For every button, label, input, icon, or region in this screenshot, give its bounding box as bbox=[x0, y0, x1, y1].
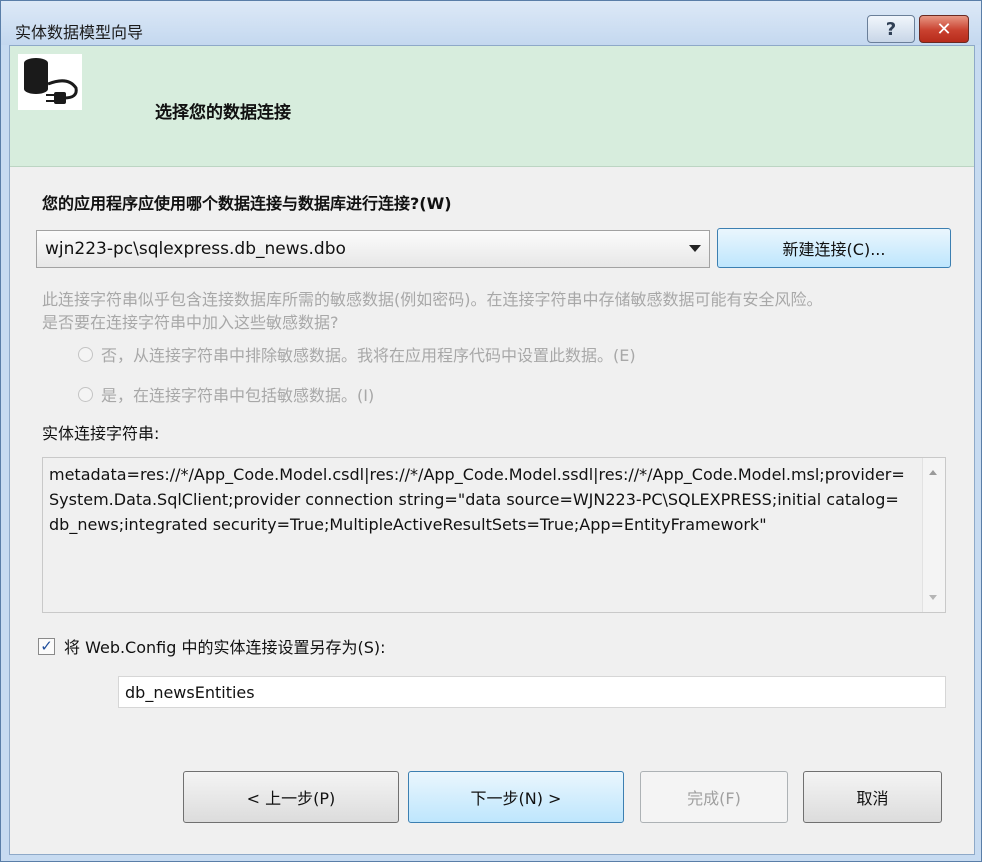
entity-connection-string: metadata=res://*/App_Code.Model.csdl|res… bbox=[49, 465, 905, 534]
entity-connection-label: 实体连接字符串: bbox=[42, 424, 160, 443]
chevron-down-icon[interactable] bbox=[689, 245, 701, 252]
title-bar: 实体数据模型向导 ? ✕ bbox=[1, 1, 981, 45]
radio-include-label: 是，在连接字符串中包括敏感数据。(I) bbox=[101, 386, 375, 405]
connection-dropdown-value: wjn223-pc\sqlexpress.db_news.dbo bbox=[45, 239, 346, 259]
new-connection-button[interactable]: 新建连接(C)... bbox=[717, 228, 951, 268]
scroll-down-icon[interactable] bbox=[929, 595, 937, 600]
save-checkbox[interactable]: ✓ bbox=[38, 637, 55, 655]
save-checkbox-label: 将 Web.Config 中的实体连接设置另存为(S): bbox=[64, 638, 386, 657]
close-button[interactable]: ✕ bbox=[919, 15, 969, 43]
entity-name-input[interactable]: db_newsEntities bbox=[118, 676, 946, 708]
sensitive-data-warning: 此连接字符串似乎包含连接数据库所需的敏感数据(例如密码)。在连接字符串中存储敏感… bbox=[42, 290, 823, 309]
radio-exclude-label: 否，从连接字符串中排除敏感数据。我将在应用程序代码中设置此数据。(E) bbox=[101, 346, 636, 365]
connection-dropdown[interactable]: wjn223-pc\sqlexpress.db_news.dbo bbox=[36, 230, 710, 268]
window-title: 实体数据模型向导 bbox=[15, 23, 144, 42]
cancel-button[interactable]: 取消 bbox=[803, 771, 942, 823]
database-plug-icon bbox=[18, 54, 82, 110]
page-title: 选择您的数据连接 bbox=[155, 103, 291, 123]
entity-name-value: db_newsEntities bbox=[125, 683, 255, 702]
entity-connection-string-box[interactable]: metadata=res://*/App_Code.Model.csdl|res… bbox=[42, 457, 946, 613]
scroll-up-icon[interactable] bbox=[929, 470, 937, 475]
back-button[interactable]: < 上一步(P) bbox=[183, 771, 399, 823]
finish-button[interactable]: 完成(F) bbox=[640, 771, 788, 823]
wizard-window: 实体数据模型向导 ? ✕ 选择您的数据连接 您的应用程序应使用哪个数据连接与数据… bbox=[0, 0, 982, 862]
connection-question: 您的应用程序应使用哪个数据连接与数据库进行连接?(W) bbox=[42, 194, 452, 213]
vertical-scrollbar[interactable] bbox=[922, 458, 945, 612]
radio-button[interactable] bbox=[78, 386, 93, 402]
sensitive-data-question: 是否要在连接字符串中加入这些敏感数据? bbox=[42, 313, 339, 332]
radio-button[interactable] bbox=[78, 346, 93, 362]
radio-include-sensitive[interactable]: 是，在连接字符串中包括敏感数据。(I) bbox=[78, 382, 374, 406]
wizard-banner: 选择您的数据连接 bbox=[10, 46, 974, 167]
save-connection-setting[interactable]: ✓ 将 Web.Config 中的实体连接设置另存为(S): bbox=[38, 634, 386, 658]
wizard-body: 选择您的数据连接 您的应用程序应使用哪个数据连接与数据库进行连接?(W) wjn… bbox=[9, 45, 975, 855]
radio-exclude-sensitive[interactable]: 否，从连接字符串中排除敏感数据。我将在应用程序代码中设置此数据。(E) bbox=[78, 342, 636, 366]
next-button[interactable]: 下一步(N) > bbox=[408, 771, 624, 823]
help-button[interactable]: ? bbox=[867, 15, 915, 43]
